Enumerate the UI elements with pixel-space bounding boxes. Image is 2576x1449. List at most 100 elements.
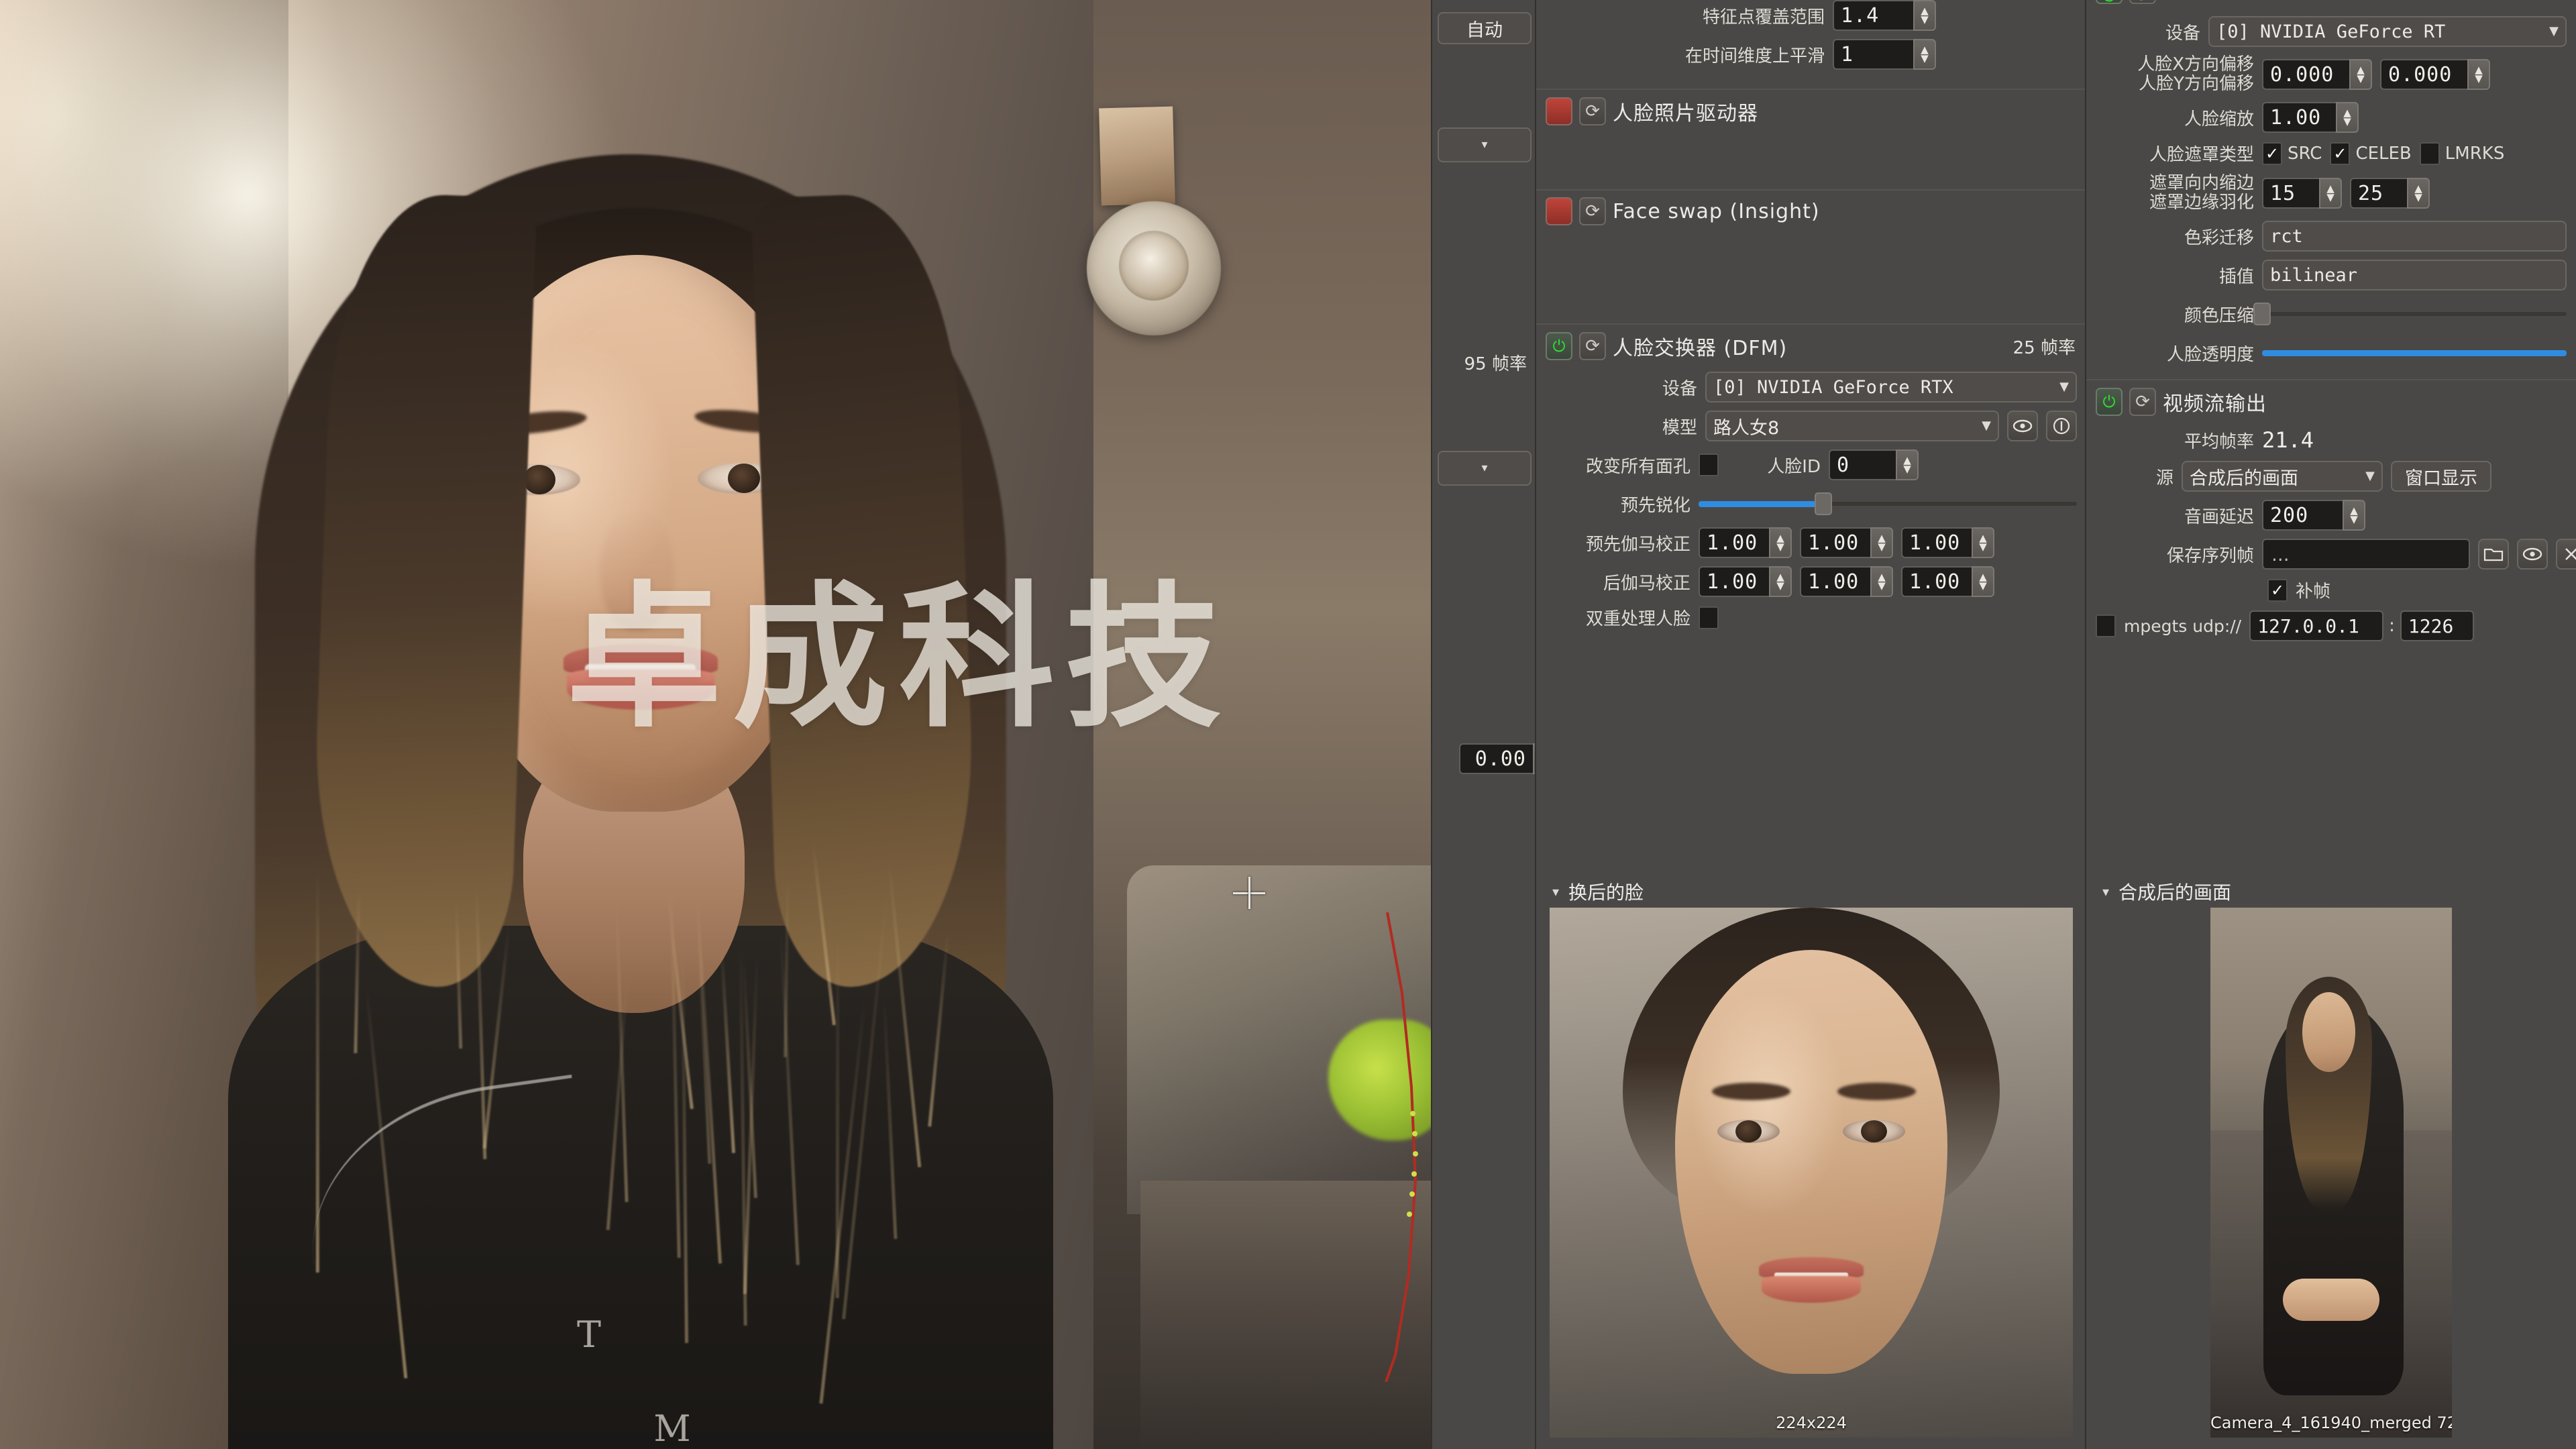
folder-icon[interactable]: [2478, 539, 2509, 570]
frame-interp-checkbox[interactable]: ✓: [2267, 579, 2288, 602]
merger-header[interactable]: ⏻ ⟳: [2086, 0, 2576, 12]
mask-erode-stepper[interactable]: ▲ ▼: [2319, 178, 2342, 209]
face-swapper-dfm-reset-button[interactable]: ⟳: [1579, 332, 1606, 360]
pre-gamma-stepper-r[interactable]: ▲ ▼: [1769, 527, 1792, 558]
swapped-face-render: [1550, 908, 2073, 1438]
face-id-spinner[interactable]: 0 ▲ ▼: [1829, 449, 1919, 480]
stream-source-select[interactable]: 合成后的画面 ▼: [2182, 461, 2383, 492]
face-scale-stepper[interactable]: ▲ ▼: [2336, 102, 2359, 133]
mask-lmrks-checkbox[interactable]: ✓: [2420, 142, 2440, 165]
swapped-face-header[interactable]: ▾ 换后的脸: [1536, 870, 2085, 912]
merger-device-select[interactable]: [0] NVIDIA GeForce RT ▼: [2208, 16, 2567, 47]
face-photo-driver-header[interactable]: ⏻ ⟳ 人脸照片驱动器: [1536, 90, 2086, 133]
post-gamma-stepper-g[interactable]: ▲ ▼: [1870, 566, 1893, 597]
mask-erode-spinner[interactable]: 15 ▲ ▼: [2262, 178, 2342, 209]
row-landmark-coverage: 特征点覆盖范围 1.4 ▲ ▼: [1536, 0, 2086, 35]
mask-erode-value: 15: [2262, 178, 2319, 209]
row-face-scale: 人脸缩放 1.00 ▲ ▼: [2086, 98, 2576, 137]
dfm-model-value: 路人女8: [1713, 413, 1779, 439]
eye-icon[interactable]: [2007, 411, 2038, 441]
face-photo-driver-power-button[interactable]: ⏻: [1546, 97, 1572, 125]
stream-output-reset-button[interactable]: ⟳: [2129, 388, 2156, 416]
row-dfm-model: 模型 路人女8 ▼: [1536, 407, 2086, 445]
mpegts-checkbox[interactable]: ✓: [2096, 614, 2116, 637]
eye-icon[interactable]: [2517, 539, 2548, 570]
post-gamma-spinner-b[interactable]: 1.00 ▲ ▼: [1901, 566, 1994, 597]
merger-reset-button[interactable]: ⟳: [2129, 0, 2156, 4]
swapped-face-image[interactable]: 224x224: [1550, 908, 2073, 1438]
row-save-sequence: 保存序列帧 ...: [2086, 535, 2576, 574]
stream-output-power-button[interactable]: ⏻: [2096, 388, 2123, 416]
pre-gamma-spinner-b[interactable]: 1.00 ▲ ▼: [1901, 527, 1994, 558]
av-delay-stepper[interactable]: ▲ ▼: [2343, 500, 2365, 531]
mask-blur-stepper[interactable]: ▲ ▼: [2407, 178, 2430, 209]
face-photo-driver-reset-button[interactable]: ⟳: [1579, 97, 1606, 125]
face-scale-spinner[interactable]: 1.00 ▲ ▼: [2262, 102, 2359, 133]
lip-lower: [567, 669, 714, 710]
face-x-offset-stepper[interactable]: ▲ ▼: [2349, 59, 2372, 90]
mask-src-checkbox[interactable]: ✓: [2262, 142, 2282, 165]
preview-lip-lower: [1762, 1276, 1861, 1303]
merged-frame-render: [2210, 908, 2452, 1438]
strip-dropdown-2[interactable]: ▾: [1438, 451, 1532, 486]
face-y-offset-spinner[interactable]: 0.000 ▲ ▼: [2380, 59, 2490, 90]
stream-output-header[interactable]: ⏻ ⟳ 视频流输出: [2086, 380, 2576, 423]
temporal-smooth-stepper[interactable]: ▲ ▼: [1913, 39, 1936, 70]
dfm-device-select[interactable]: [0] NVIDIA GeForce RTX ▼: [1705, 372, 2077, 402]
chevron-down-icon-2: ▾: [1481, 462, 1487, 474]
mask-celeb-checkbox[interactable]: ✓: [2330, 142, 2350, 165]
merged-frame-image[interactable]: Camera_4_161940_merged 720x1280: [2210, 908, 2452, 1438]
presharpen-slider[interactable]: [1699, 488, 2077, 519]
presharpen-knob[interactable]: [1815, 492, 1832, 515]
collapse-triangle-icon[interactable]: ▾: [1552, 885, 1559, 898]
interpolation-select[interactable]: bilinear: [2262, 260, 2567, 290]
face-x-offset-spinner[interactable]: 0.000 ▲ ▼: [2262, 59, 2372, 90]
color-compress-knob[interactable]: [2253, 303, 2271, 325]
close-icon[interactable]: [2556, 539, 2576, 570]
window-show-button[interactable]: 窗口显示: [2391, 461, 2491, 492]
merger-device-value: [0] NVIDIA GeForce RT: [2216, 21, 2445, 42]
merged-frame-title: 合成后的画面: [2118, 878, 2231, 905]
face-swap-insight-reset-button[interactable]: ⟳: [1579, 197, 1606, 225]
face-y-offset-stepper[interactable]: ▲ ▼: [2467, 59, 2490, 90]
mask-blur-label: 遮罩边缘羽化: [2149, 193, 2254, 213]
camera-preview[interactable]: T M 卓成科技: [0, 0, 1432, 1449]
face-id-stepper[interactable]: ▲ ▼: [1896, 449, 1919, 480]
collapse-triangle-icon[interactable]: ▾: [2102, 885, 2109, 898]
landmark-coverage-spinner[interactable]: 1.4 ▲ ▼: [1833, 0, 1936, 31]
pre-gamma-stepper-b[interactable]: ▲ ▼: [1972, 527, 1994, 558]
two-pass-checkbox[interactable]: ✓: [1699, 606, 1719, 629]
stream-source-value: 合成后的画面: [2190, 464, 2298, 490]
auto-button[interactable]: 自动: [1438, 12, 1532, 44]
av-delay-spinner[interactable]: 200 ▲ ▼: [2262, 500, 2365, 531]
color-compress-slider[interactable]: [2262, 299, 2567, 329]
post-gamma-stepper-r[interactable]: ▲ ▼: [1769, 566, 1792, 597]
save-sequence-path-input[interactable]: ...: [2262, 539, 2470, 570]
face-swap-insight-header[interactable]: ⏻ ⟳ Face swap (Insight): [1536, 191, 2086, 232]
save-sequence-label: 保存序列帧: [2086, 542, 2254, 567]
landmark-coverage-stepper[interactable]: ▲ ▼: [1913, 0, 1936, 31]
info-icon[interactable]: [2046, 411, 2077, 441]
face-opacity-slider[interactable]: [2262, 337, 2567, 368]
mpegts-port-input[interactable]: 1226: [2400, 610, 2474, 641]
mask-blur-spinner[interactable]: 25 ▲ ▼: [2350, 178, 2430, 209]
merger-power-button[interactable]: ⏻: [2096, 0, 2123, 4]
mpegts-host-input[interactable]: 127.0.0.1: [2249, 610, 2383, 641]
merged-frame-header[interactable]: ▾ 合成后的画面: [2086, 870, 2576, 912]
strip-dropdown-1[interactable]: ▾: [1438, 127, 1532, 162]
face-swapper-dfm-power-button[interactable]: ⏻: [1546, 332, 1572, 360]
pre-gamma-stepper-g[interactable]: ▲ ▼: [1870, 527, 1893, 558]
face-swap-insight-power-button[interactable]: ⏻: [1546, 197, 1572, 225]
pre-gamma-value-r: 1.00: [1699, 527, 1769, 558]
change-all-faces-checkbox[interactable]: ✓: [1699, 453, 1719, 476]
face-swapper-dfm-header[interactable]: ⏻ ⟳ 人脸交换器 (DFM) 25 帧率: [1536, 325, 2086, 368]
color-transfer-select[interactable]: rct: [2262, 221, 2567, 252]
post-gamma-stepper-b[interactable]: ▲ ▼: [1972, 566, 1994, 597]
pre-gamma-spinner-g[interactable]: 1.00 ▲ ▼: [1800, 527, 1893, 558]
group-face-photo-driver: ⏻ ⟳ 人脸照片驱动器: [1536, 89, 2086, 189]
post-gamma-spinner-r[interactable]: 1.00 ▲ ▼: [1699, 566, 1792, 597]
pre-gamma-spinner-r[interactable]: 1.00 ▲ ▼: [1699, 527, 1792, 558]
post-gamma-spinner-g[interactable]: 1.00 ▲ ▼: [1800, 566, 1893, 597]
dfm-model-select[interactable]: 路人女8 ▼: [1705, 411, 1999, 441]
temporal-smooth-spinner[interactable]: 1 ▲ ▼: [1833, 39, 1936, 70]
